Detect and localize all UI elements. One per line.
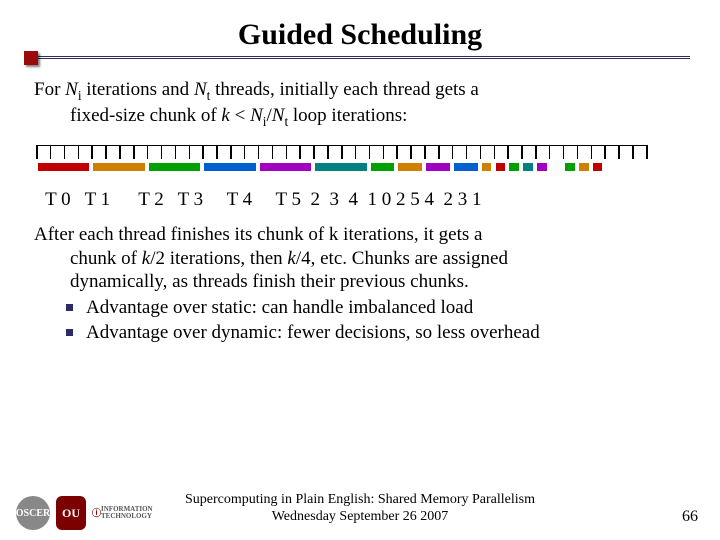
var-k: k: [287, 248, 295, 269]
tick-mark: [147, 145, 149, 159]
var-N: N: [272, 105, 285, 126]
chunk-bar: [371, 163, 395, 171]
title-accent-box: [24, 51, 38, 65]
title-rule: [30, 56, 690, 68]
tick-mark: [369, 145, 371, 159]
chunk-bar: [482, 163, 492, 171]
footer-line-1: Supercomputing in Plain English: Shared …: [0, 492, 720, 509]
tick-mark: [175, 145, 177, 159]
chunk-bar: [537, 163, 547, 171]
text: For: [34, 79, 65, 100]
text: /4, etc. Chunks are assigned: [296, 248, 508, 269]
tick-mark: [383, 145, 385, 159]
chunk-row: [36, 163, 646, 175]
text: After each thread finishes its chunk of …: [34, 224, 482, 245]
tick-mark: [133, 145, 135, 159]
tick-mark: [286, 145, 288, 159]
after-paragraph: After each thread finishes its chunk of …: [34, 223, 686, 294]
chunk-bar: [38, 163, 89, 171]
chunk-bar: [93, 163, 144, 171]
chunk-bar: [315, 163, 366, 171]
var-N: N: [65, 79, 78, 100]
bullet-item: Advantage over static: can handle imbala…: [66, 296, 690, 321]
text: /2 iterations, then: [150, 248, 287, 269]
tick-mark: [535, 145, 537, 159]
tick-mark: [452, 145, 454, 159]
text: chunk of: [70, 248, 142, 269]
tick-mark: [313, 145, 315, 159]
tick-mark: [438, 145, 440, 159]
text: threads, initially each thread gets a: [210, 79, 479, 100]
chunk-bar: [593, 163, 603, 171]
tick-mark: [410, 145, 412, 159]
chunk-bar: [149, 163, 200, 171]
tick-mark: [244, 145, 246, 159]
chunk-bar: [579, 163, 589, 171]
tick-mark: [327, 145, 329, 159]
tick-mark: [258, 145, 260, 159]
var-k: k: [142, 248, 150, 269]
var-N: N: [194, 79, 207, 100]
tick-mark: [50, 145, 52, 159]
tick-mark: [646, 145, 648, 159]
chunk-bar: [260, 163, 311, 171]
slide: Guided Scheduling For Ni iterations and …: [0, 0, 720, 540]
tick-mark: [424, 145, 426, 159]
text: fixed-size chunk of: [70, 105, 221, 126]
var-N: N: [250, 105, 263, 126]
bullet-list: Advantage over static: can handle imbala…: [66, 296, 690, 345]
tick-mark: [480, 145, 482, 159]
tick-mark: [230, 145, 232, 159]
chunk-bar: [509, 163, 519, 171]
tick-mark: [202, 145, 204, 159]
tick-mark: [272, 145, 274, 159]
tick-mark: [577, 145, 579, 159]
tick-mark: [216, 145, 218, 159]
tick-mark: [355, 145, 357, 159]
tick-mark: [632, 145, 634, 159]
tick-mark: [341, 145, 343, 159]
tick-mark: [604, 145, 606, 159]
slide-title: Guided Scheduling: [30, 18, 690, 52]
tick-mark: [618, 145, 620, 159]
tick-mark: [91, 145, 93, 159]
chunk-bar: [398, 163, 422, 171]
thread-labels: T 0 T 1 T 2 T 3 T 4 T 5 2 3 4 1 0 2 5 4 …: [36, 189, 684, 211]
text: <: [230, 105, 250, 126]
chunk-bar: [204, 163, 255, 171]
tick-mark: [494, 145, 496, 159]
tick-mark: [36, 145, 38, 159]
tick-mark: [521, 145, 523, 159]
chunk-bar: [454, 163, 478, 171]
tick-mark: [78, 145, 80, 159]
tick-mark: [549, 145, 551, 159]
chunk-bar: [523, 163, 533, 171]
bullet-item: Advantage over dynamic: fewer decisions,…: [66, 321, 690, 346]
tick-mark: [591, 145, 593, 159]
tick-mark: [64, 145, 66, 159]
chunk-diagram: T 0 T 1 T 2 T 3 T 4 T 5 2 3 4 1 0 2 5 4 …: [36, 145, 684, 211]
text: iterations and: [82, 79, 194, 100]
tick-mark: [507, 145, 509, 159]
footer-text: Supercomputing in Plain English: Shared …: [0, 492, 720, 526]
tick-mark: [466, 145, 468, 159]
tick-mark: [161, 145, 163, 159]
footer-line-2: Wednesday September 26 2007: [0, 509, 720, 526]
chunk-bar: [565, 163, 575, 171]
tick-mark: [119, 145, 121, 159]
tick-mark: [105, 145, 107, 159]
tick-mark: [563, 145, 565, 159]
page-number: 66: [682, 508, 698, 526]
tick-mark: [396, 145, 398, 159]
intro-paragraph: For Ni iterations and Nt threads, initia…: [34, 78, 686, 131]
tick-mark: [189, 145, 191, 159]
var-k: k: [221, 105, 229, 126]
text: dynamically, as threads finish their pre…: [34, 270, 686, 294]
text: loop iterations:: [288, 105, 407, 126]
chunk-bar: [426, 163, 450, 171]
tick-mark: [299, 145, 301, 159]
chunk-bar: [496, 163, 506, 171]
tick-row: [36, 145, 646, 165]
